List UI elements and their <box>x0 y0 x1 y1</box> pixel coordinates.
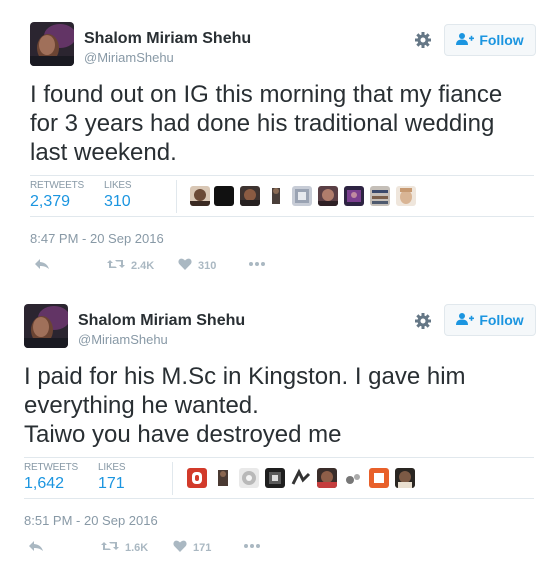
tweet-text-line: Taiwo you have destroyed me <box>24 421 342 448</box>
stat-separator <box>172 462 173 495</box>
divider <box>24 457 534 458</box>
retweets-label: RETWEETS <box>30 180 84 191</box>
retweet-icon <box>107 258 125 273</box>
retweet-button[interactable]: 1.6K <box>101 540 148 555</box>
tweet-text: I paid for his M.Sc in Kingston. I gave … <box>24 362 524 449</box>
liker-avatar[interactable] <box>343 468 363 488</box>
liker-avatar[interactable] <box>240 186 260 206</box>
heart-icon <box>173 540 187 555</box>
liker-avatar[interactable] <box>265 468 285 488</box>
more-icon <box>244 540 260 555</box>
more-button[interactable] <box>244 540 260 555</box>
liker-avatar[interactable] <box>370 186 390 206</box>
reply-button[interactable] <box>28 540 44 555</box>
add-user-icon <box>456 312 475 329</box>
liker-avatar[interactable] <box>396 186 416 206</box>
timestamp[interactable]: 8:51 PM - 20 Sep 2016 <box>24 513 158 528</box>
liker-avatar[interactable] <box>187 468 207 488</box>
likes-count[interactable]: 310 <box>104 193 131 211</box>
tweet-text-line: everything he wanted. <box>24 392 259 419</box>
liker-avatar[interactable] <box>291 468 311 488</box>
tweet-card: Shalom Miriam Shehu @MiriamShehu Follow … <box>0 0 553 286</box>
like-button[interactable]: 171 <box>173 540 211 555</box>
author-name[interactable]: Shalom Miriam Shehu <box>78 312 245 330</box>
retweet-count: 1.6K <box>125 541 149 554</box>
tweet-text-line: I found out on IG this morning that my f… <box>30 81 503 108</box>
liker-avatar[interactable] <box>214 186 234 206</box>
stat-separator <box>176 180 177 213</box>
divider <box>30 216 534 217</box>
liker-avatar[interactable] <box>213 468 233 488</box>
reply-button[interactable] <box>34 258 50 273</box>
tweet-text-line: last weekend. <box>30 139 177 166</box>
gear-icon[interactable] <box>413 311 433 331</box>
retweet-count: 2.4K <box>131 259 155 272</box>
liker-avatar[interactable] <box>344 186 364 206</box>
retweets-label: RETWEETS <box>24 462 78 473</box>
divider <box>30 175 534 176</box>
heart-icon <box>178 258 192 273</box>
author-name[interactable]: Shalom Miriam Shehu <box>84 30 251 48</box>
more-button[interactable] <box>249 258 265 273</box>
likes-label: LIKES <box>98 462 126 473</box>
retweet-button[interactable]: 2.4K <box>107 258 154 273</box>
add-user-icon <box>456 32 475 49</box>
reply-icon <box>28 540 44 555</box>
avatar[interactable] <box>24 304 68 348</box>
tweet-text-line: I paid for his M.Sc in Kingston. I gave … <box>24 363 466 390</box>
avatar[interactable] <box>30 22 74 66</box>
timestamp[interactable]: 8:47 PM - 20 Sep 2016 <box>30 231 164 246</box>
more-icon <box>249 258 265 273</box>
gear-icon[interactable] <box>413 30 433 50</box>
follow-button[interactable]: Follow <box>444 24 536 56</box>
follow-label: Follow <box>479 32 524 48</box>
liker-avatar[interactable] <box>266 186 286 206</box>
retweet-icon <box>101 540 119 555</box>
likes-label: LIKES <box>104 180 132 191</box>
divider <box>24 498 534 499</box>
liker-avatar[interactable] <box>369 468 389 488</box>
liker-avatar[interactable] <box>239 468 259 488</box>
tweet-text-line: for 3 years had done his traditional wed… <box>30 110 495 137</box>
liker-avatar[interactable] <box>317 468 337 488</box>
retweets-count[interactable]: 1,642 <box>24 475 64 493</box>
author-handle[interactable]: @MiriamShehu <box>78 332 168 347</box>
liker-avatar[interactable] <box>190 186 210 206</box>
follow-button[interactable]: Follow <box>444 304 536 336</box>
like-button[interactable]: 310 <box>178 258 216 273</box>
tweet-card: Shalom Miriam Shehu @MiriamShehu Follow … <box>0 284 553 572</box>
like-count: 310 <box>198 259 217 272</box>
liker-avatar[interactable] <box>292 186 312 206</box>
liker-avatar[interactable] <box>318 186 338 206</box>
liker-avatar[interactable] <box>395 468 415 488</box>
retweets-count[interactable]: 2,379 <box>30 193 70 211</box>
author-handle[interactable]: @MiriamShehu <box>84 50 174 65</box>
follow-label: Follow <box>479 312 524 328</box>
tweet-text: I found out on IG this morning that my f… <box>30 80 530 167</box>
likes-count[interactable]: 171 <box>98 475 125 493</box>
like-count: 171 <box>193 541 212 554</box>
reply-icon <box>34 258 50 273</box>
